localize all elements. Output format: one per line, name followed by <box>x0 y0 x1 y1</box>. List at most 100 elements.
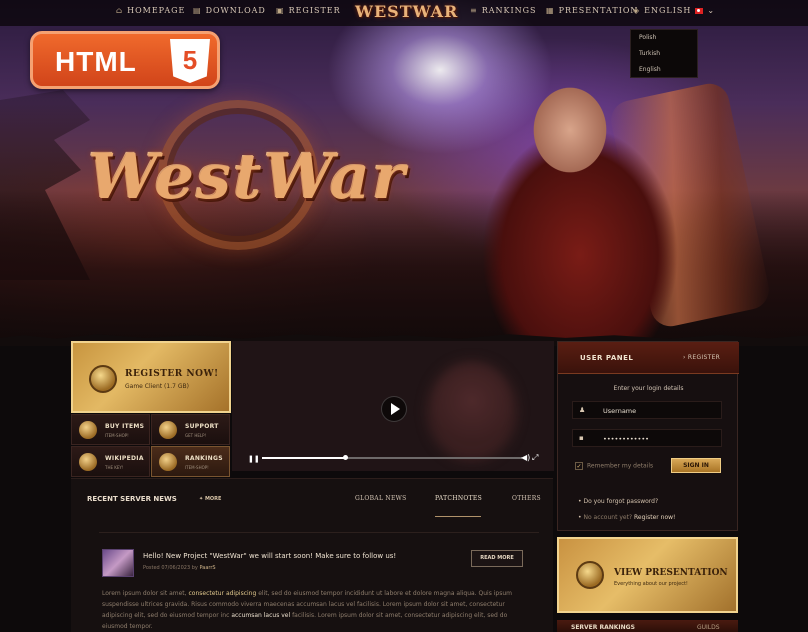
view-presentation-button[interactable]: VIEW PRESENTATION Everything about our p… <box>557 537 738 613</box>
language-dropdown: Polish Turkish English <box>630 29 698 78</box>
flag-icon <box>695 8 704 14</box>
quick-link-sub: THE KEY! <box>105 465 124 470</box>
presentation-icon: ▦ <box>546 6 555 15</box>
nav-register-label: Register <box>288 6 341 15</box>
video-progress-fill <box>262 457 346 459</box>
globe-icon: ◈ <box>633 6 641 15</box>
register-now-subtitle: Game Client (1.7 GB) <box>125 383 189 390</box>
quick-link-sub: ITEM-SHOP! <box>185 465 209 470</box>
sign-in-button[interactable]: SIGN IN <box>671 458 721 473</box>
nav-homepage-label: Homepage <box>127 6 186 15</box>
post-body: Lorem ipsum dolor sit amet, consectetur … <box>102 588 522 632</box>
language-option-turkish[interactable]: Turkish <box>631 46 697 62</box>
forgot-password-link[interactable]: • Do you forgot password? <box>578 498 658 505</box>
tab-patchnotes[interactable]: PATCHNOTES <box>435 495 482 502</box>
pause-icon[interactable]: ❚❚ <box>248 455 260 463</box>
support-icon <box>159 421 177 439</box>
news-more-link[interactable]: ✦ MORE <box>199 496 221 502</box>
user-panel-title: USER PANEL <box>580 354 634 362</box>
post-author[interactable]: PaarrS <box>199 565 215 571</box>
language-option-english[interactable]: English <box>631 62 697 78</box>
divider <box>99 532 539 533</box>
html5-badge-label: HTML <box>55 46 137 77</box>
register-now-button[interactable]: REGISTER NOW! Game Client (1.7 GB) <box>71 341 231 413</box>
post-meta-prefix: Posted <box>143 565 160 571</box>
username-field[interactable]: ♟ Username <box>572 401 722 419</box>
language-selector[interactable]: ◈ English ⌄ <box>633 6 715 15</box>
read-more-button[interactable]: READ MORE <box>471 550 523 567</box>
register-now-title: REGISTER NOW! <box>125 369 219 379</box>
trailer-video-player[interactable]: ❚❚ ◀) ⤢ <box>232 341 554 471</box>
video-progress-bar[interactable] <box>262 455 522 460</box>
forgot-password-label: Do you forgot password? <box>583 498 659 505</box>
remember-me-label: Remember my details <box>587 462 654 470</box>
news-title: RECENT SERVER NEWS <box>87 495 177 503</box>
register-now-link[interactable]: Register now! <box>634 514 675 521</box>
html5-badge: HTML 5 <box>30 31 220 89</box>
user-panel: USER PANEL › REGISTER Enter your login d… <box>557 341 739 531</box>
nav-download-label: Download <box>205 6 266 15</box>
play-icon <box>391 403 400 415</box>
fullscreen-icon[interactable]: ⤢ <box>532 453 538 463</box>
cart-icon <box>79 421 97 439</box>
top-navigation: ⌂ Homepage ▤ Download ▣ Register WESTWAR ≡ R… <box>0 0 808 26</box>
nav-rankings[interactable]: ≡ Rankings <box>470 6 537 15</box>
quick-link-support[interactable]: SUPPORT GET HELP! <box>151 414 230 445</box>
post-title[interactable]: Hello! New Project "WestWar" we will sta… <box>143 552 396 560</box>
nav-homepage[interactable]: ⌂ Homepage <box>116 6 185 15</box>
username-value: Username <box>603 407 637 415</box>
nav-register[interactable]: ▣ Register <box>276 6 341 15</box>
post-body-highlight: accumsan lacus vel <box>231 612 291 619</box>
post-body-highlight: consectetur adipiscing <box>188 590 257 597</box>
tab-others[interactable]: OTHERS <box>512 495 541 502</box>
login-lead-text: Enter your login details <box>613 385 684 392</box>
nav-rankings-label: Rankings <box>481 6 537 15</box>
tab-global-news[interactable]: GLOBAL NEWS <box>355 495 407 502</box>
nav-presentation[interactable]: ▦ Presentation <box>546 6 638 15</box>
quick-link-sub: ITEM-SHOP! <box>105 433 129 438</box>
rankings-tab-guilds[interactable]: GUILDS <box>697 624 720 631</box>
password-field[interactable]: ▪ •••••••••••• <box>572 429 722 447</box>
quick-link-sub: GET HELP! <box>185 433 207 438</box>
rankings-icon: ≡ <box>470 6 478 15</box>
post-thumbnail[interactable] <box>102 549 134 577</box>
user-panel-header: USER PANEL › REGISTER <box>558 342 739 374</box>
volume-icon[interactable]: ◀) <box>521 453 530 462</box>
no-account-line: • No account yet? Register now! <box>578 514 676 521</box>
hero-logo: WestWar <box>88 140 407 213</box>
book-icon <box>79 453 97 471</box>
warrior-character-art <box>430 55 730 345</box>
play-button[interactable] <box>381 396 407 422</box>
remember-me-checkbox[interactable]: ✓ Remember my details <box>575 462 653 470</box>
quick-link-label: RANKINGS <box>185 455 223 462</box>
nav-logo[interactable]: WESTWAR <box>355 2 457 28</box>
quick-link-buy-items[interactable]: BUY ITEMS ITEM-SHOP! <box>71 414 150 445</box>
active-tab-indicator <box>435 516 481 517</box>
server-rankings-header: SERVER RANKINGS GUILDS <box>557 620 738 632</box>
quick-link-wikipedia[interactable]: WIKIPEDIA THE KEY! <box>71 446 150 477</box>
user-panel-register-label: REGISTER <box>687 354 721 361</box>
lock-icon: ▪ <box>579 434 584 442</box>
video-progress-handle[interactable] <box>343 455 349 460</box>
language-option-polish[interactable]: Polish <box>631 30 697 46</box>
news-section: RECENT SERVER NEWS ✦ MORE GLOBAL NEWS PA… <box>71 478 553 632</box>
quick-link-label: BUY ITEMS <box>105 423 145 430</box>
post-meta-by: by <box>191 565 198 571</box>
presentation-title: VIEW PRESENTATION <box>614 568 728 578</box>
nav-presentation-label: Presentation <box>558 6 639 15</box>
html5-shield-number: 5 <box>182 45 198 75</box>
user-panel-register-link[interactable]: › REGISTER <box>683 354 720 361</box>
register-icon: ▣ <box>276 6 285 15</box>
quick-link-label: SUPPORT <box>185 423 219 430</box>
post-body-part: Lorem ipsum dolor sit amet, <box>102 590 187 597</box>
nav-download[interactable]: ▤ Download <box>193 6 266 15</box>
no-account-text: No account yet? <box>583 514 633 521</box>
checkbox-icon[interactable]: ✓ <box>575 462 583 470</box>
user-icon: ♟ <box>579 406 586 414</box>
quick-link-rankings[interactable]: RANKINGS ITEM-SHOP! <box>151 446 230 477</box>
quick-link-label: WIKIPEDIA <box>105 455 144 462</box>
post-date: 07/06/2023 <box>161 565 191 571</box>
password-value: •••••••••••• <box>603 435 650 443</box>
server-rankings-title: SERVER RANKINGS <box>571 624 635 631</box>
presentation-subtitle: Everything about our project! <box>614 581 688 587</box>
